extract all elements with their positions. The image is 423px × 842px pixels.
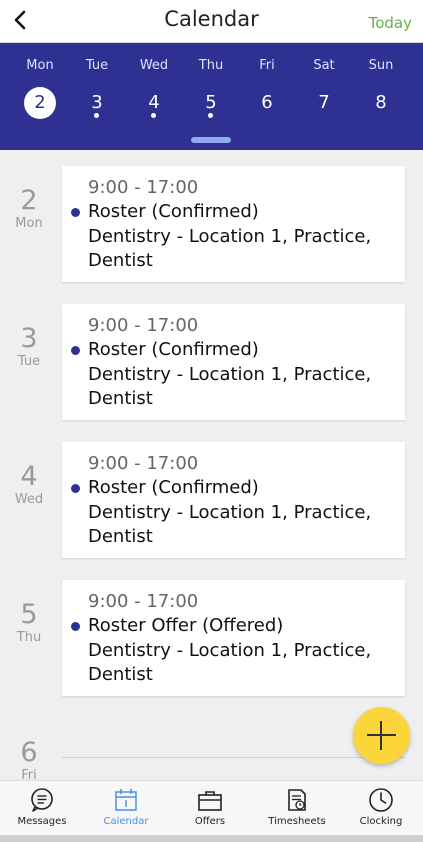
empty-day-divider: [62, 757, 405, 758]
week-day-name: Thu: [198, 58, 224, 73]
shift-time: 9:00 - 17:00: [88, 177, 199, 198]
agenda-day-weekday: Tue: [17, 354, 41, 369]
event-indicator-dot: [208, 113, 213, 118]
agenda-day-label: 5 Thu: [6, 599, 52, 646]
shift-details: Dentistry - Location 1, Practice, Dentis…: [88, 364, 372, 409]
status-dot-icon: [71, 622, 80, 631]
agenda-day-label: 3 Tue: [6, 323, 52, 370]
shift-card[interactable]: 9:00 - 17:00 Roster (Confirmed) Dentistr…: [62, 304, 405, 420]
agenda-day-number: 5: [20, 599, 38, 630]
agenda-day-weekday: Mon: [15, 216, 43, 231]
week-day-name: Mon: [26, 58, 54, 73]
agenda-day-weekday: Fri: [21, 768, 37, 780]
page-title: Calendar: [164, 7, 259, 31]
plus-icon-bar: [367, 734, 396, 736]
top-bar: Calendar Today: [0, 0, 423, 43]
status-dot-icon: [71, 484, 80, 493]
week-day-wed[interactable]: Wed 4: [126, 43, 182, 150]
week-day-name: Tue: [85, 58, 109, 73]
calendar-icon: [115, 789, 137, 811]
shift-status: Roster (Confirmed): [88, 339, 259, 360]
shift-status: Roster (Confirmed): [88, 201, 259, 222]
timesheet-icon: [288, 789, 306, 811]
week-day-date: 6: [261, 92, 273, 113]
agenda-day-label: 4 Wed: [6, 461, 52, 508]
agenda-day-number: 3: [20, 323, 38, 354]
tab-messages[interactable]: Messages: [0, 781, 84, 835]
week-day-thu[interactable]: Thu 5: [183, 43, 239, 150]
shift-time: 9:00 - 17:00: [88, 315, 199, 336]
tab-label: Messages: [17, 816, 67, 827]
agenda-day-weekday: Wed: [14, 492, 44, 507]
shift-card[interactable]: 9:00 - 17:00 Roster Offer (Offered) Dent…: [62, 580, 405, 696]
tab-calendar[interactable]: Calendar: [84, 781, 168, 835]
event-indicator-dot: [151, 113, 156, 118]
agenda-day-label: 6 Fri: [6, 737, 52, 781]
shift-details: Dentistry - Location 1, Practice, Dentis…: [88, 226, 372, 271]
week-day-sun[interactable]: Sun 8: [353, 43, 409, 150]
week-day-date: 2: [24, 87, 56, 119]
status-dot-icon: [71, 346, 80, 355]
shift-card[interactable]: 9:00 - 17:00 Roster (Confirmed) Dentistr…: [62, 442, 405, 558]
shift-card[interactable]: 9:00 - 17:00 Roster (Confirmed) Dentistr…: [62, 166, 405, 282]
agenda-day-weekday: Thu: [16, 630, 42, 645]
shift-details: Dentistry - Location 1, Practice, Dentis…: [88, 640, 372, 685]
add-button[interactable]: [353, 707, 410, 764]
tab-offers[interactable]: Offers: [168, 781, 252, 835]
shift-status: Roster (Confirmed): [88, 477, 259, 498]
messages-icon: [31, 788, 53, 812]
bottom-tab-bar: Messages Calendar Offers Timesheets Cloc…: [0, 780, 423, 835]
week-day-tue[interactable]: Tue 3: [69, 43, 125, 150]
week-day-sat[interactable]: Sat 7: [296, 43, 352, 150]
event-indicator-dot: [94, 113, 99, 118]
agenda-day-number: 4: [20, 461, 38, 492]
agenda-day-number: 2: [20, 185, 38, 216]
shift-details: Dentistry - Location 1, Practice, Dentis…: [88, 502, 372, 547]
tab-label: Clocking: [359, 816, 403, 827]
week-strip: Mon 2 Tue 3 Wed 4 Thu 5 Fri 6 Sat 7 Sun …: [0, 43, 423, 150]
agenda-day-label: 2 Mon: [6, 185, 52, 232]
briefcase-icon: [198, 791, 222, 811]
week-day-fri[interactable]: Fri 6: [239, 43, 295, 150]
tab-clocking[interactable]: Clocking: [339, 781, 423, 835]
week-day-name: Sun: [368, 58, 394, 73]
week-day-name: Sat: [313, 58, 335, 73]
agenda-day-number: 6: [20, 737, 38, 768]
agenda-list[interactable]: 2 Mon 9:00 - 17:00 Roster (Confirmed) De…: [0, 150, 423, 780]
clock-icon: [369, 788, 393, 812]
tab-label: Offers: [194, 816, 226, 827]
tab-label: Calendar: [103, 816, 149, 827]
week-day-date: 8: [375, 92, 387, 113]
tab-timesheets[interactable]: Timesheets: [255, 781, 339, 835]
today-button[interactable]: Today: [369, 14, 412, 32]
status-dot-icon: [71, 208, 80, 217]
week-day-date: 7: [318, 92, 330, 113]
week-day-mon[interactable]: Mon 2: [12, 43, 68, 150]
week-day-name: Wed: [139, 58, 169, 73]
week-day-name: Fri: [259, 58, 275, 73]
shift-time: 9:00 - 17:00: [88, 453, 199, 474]
drag-handle[interactable]: [191, 137, 231, 143]
tab-label: Timesheets: [268, 816, 326, 827]
home-indicator-area: [0, 835, 423, 842]
shift-status: Roster Offer (Offered): [88, 615, 284, 636]
shift-time: 9:00 - 17:00: [88, 591, 199, 612]
